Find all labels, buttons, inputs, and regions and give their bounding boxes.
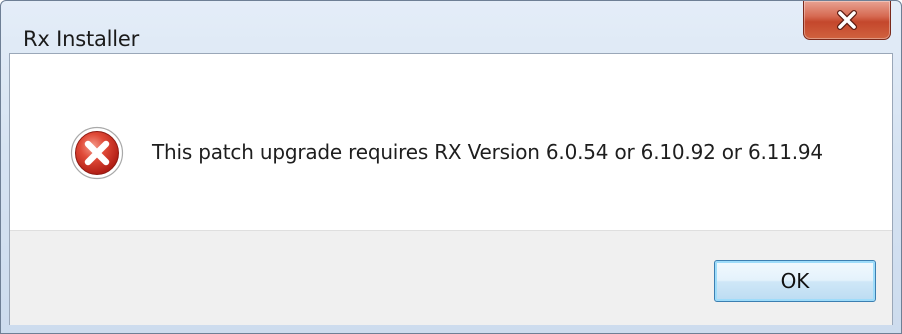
close-button[interactable] bbox=[803, 1, 891, 40]
window-title: Rx Installer bbox=[23, 27, 140, 51]
message-dialog: Rx Installer This patch upgrade requires… bbox=[0, 0, 902, 334]
error-message: This patch upgrade requires RX Version 6… bbox=[152, 140, 823, 164]
ok-button[interactable]: OK bbox=[714, 260, 876, 302]
error-icon bbox=[70, 126, 124, 180]
title-bar[interactable]: Rx Installer bbox=[1, 1, 901, 53]
close-icon bbox=[837, 10, 857, 30]
button-bar: OK bbox=[10, 230, 892, 325]
dialog-body: This patch upgrade requires RX Version 6… bbox=[9, 53, 893, 325]
message-area: This patch upgrade requires RX Version 6… bbox=[10, 54, 892, 230]
